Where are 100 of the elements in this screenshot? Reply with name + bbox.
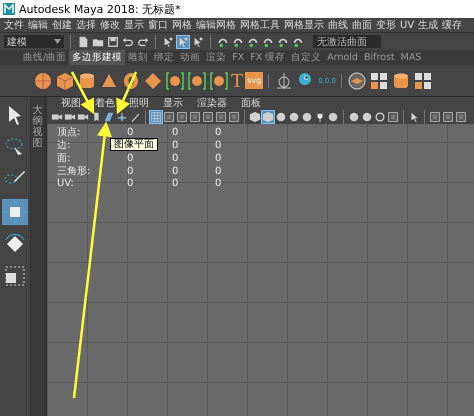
menu-item[interactable]: 文件 <box>4 18 24 32</box>
hud-value: 0 <box>215 126 222 138</box>
hud-label: 三角形: <box>57 165 90 178</box>
shelf-tab[interactable]: Arnold <box>324 50 361 65</box>
torus-icon[interactable] <box>121 70 141 90</box>
menu-item[interactable]: 编辑网格 <box>196 18 236 32</box>
diamond-icon[interactable] <box>143 70 163 90</box>
magnet-icon[interactable] <box>277 36 289 48</box>
shelf-tab[interactable]: 动画 <box>177 50 204 65</box>
menu-item[interactable]: UV <box>400 20 414 30</box>
hud-label: 顶点: <box>57 126 80 139</box>
ring-icon[interactable] <box>374 110 386 122</box>
panel-menu-item[interactable]: 面板 <box>241 96 261 110</box>
window-title: Autodesk Maya 2018: 无标题* <box>19 2 181 16</box>
menu-item[interactable]: 窗口 <box>148 18 168 32</box>
magnet-icon[interactable] <box>292 36 304 48</box>
annotation-arrow <box>70 71 94 114</box>
mode-dropdown[interactable]: 建模 <box>4 35 64 48</box>
panel-menu-item[interactable]: 照明 <box>129 96 149 110</box>
hud-value: 0 <box>215 152 222 164</box>
sphere-icon[interactable] <box>275 110 287 122</box>
frame-icon[interactable] <box>163 110 175 122</box>
frame-icon[interactable] <box>215 110 227 122</box>
panel-menu-item[interactable]: 显示 <box>163 96 183 110</box>
bracket-icon[interactable] <box>165 70 185 90</box>
menu-item[interactable]: 曲面 <box>352 18 372 32</box>
axes-icon[interactable] <box>116 110 128 122</box>
save-icon[interactable] <box>107 36 119 48</box>
sphere-icon[interactable] <box>327 110 339 122</box>
hud-value: 0 <box>172 178 178 189</box>
sphere-icon[interactable] <box>348 110 360 122</box>
frame-icon[interactable] <box>429 110 441 122</box>
magnet-icon[interactable] <box>247 36 259 48</box>
hud-label: 面: <box>57 152 70 165</box>
menu-item[interactable]: 编辑 <box>28 18 48 32</box>
bracket-icon[interactable] <box>187 70 207 90</box>
panel-menu-item[interactable]: 视图 <box>61 96 81 110</box>
shelf-tab[interactable]: FX 缓存 <box>247 50 288 65</box>
file-icon[interactable] <box>77 36 89 48</box>
sphere-icon[interactable] <box>361 110 373 122</box>
frame-icon[interactable] <box>202 110 214 122</box>
undo-icon[interactable] <box>122 36 134 48</box>
shelf-tab[interactable]: 曲线/曲面 <box>20 50 70 65</box>
shelf-tab[interactable]: 多边形建模 <box>69 50 126 65</box>
menu-item[interactable]: 修改 <box>100 18 120 32</box>
hud-value: 0 <box>127 178 134 189</box>
text-tool[interactable]: T <box>231 70 244 90</box>
frame-icon[interactable] <box>442 110 454 122</box>
app-logo-icon <box>3 3 15 15</box>
shelf-tab[interactable]: 渲染 <box>203 50 230 65</box>
menu-item[interactable]: 生成 <box>418 18 438 32</box>
frame-icon[interactable] <box>387 110 399 122</box>
frame-icon[interactable] <box>455 110 467 122</box>
sphere-icon[interactable] <box>301 110 313 122</box>
magnet-icon[interactable] <box>232 36 244 48</box>
hud-value: 0 <box>127 126 134 138</box>
hud-value: 0 <box>127 166 134 176</box>
menu-item[interactable]: 曲线 <box>328 18 348 32</box>
layers-icon[interactable] <box>347 70 368 90</box>
magnet-icon[interactable] <box>262 36 274 48</box>
blocks-icon[interactable] <box>369 70 390 90</box>
live-surface-field[interactable]: 无激活曲面 <box>313 35 381 48</box>
caret-icon <box>54 39 61 44</box>
blocks-icon[interactable] <box>413 70 434 90</box>
panel-menu-item[interactable]: 着色 <box>95 96 115 110</box>
move-tool[interactable] <box>2 199 28 225</box>
select-icon[interactable] <box>192 36 204 48</box>
sphere-icon[interactable] <box>33 70 53 90</box>
sphere-icon[interactable] <box>288 110 300 122</box>
shelf-tab[interactable]: 绑定 <box>151 50 178 65</box>
menu-item[interactable]: 变形 <box>376 18 396 32</box>
hud-value: 0 <box>215 166 222 176</box>
hud-value: 0 <box>172 126 178 138</box>
hud-label: UV: <box>57 178 74 189</box>
menu-item[interactable]: 创建 <box>52 18 72 32</box>
hud-label: 边: <box>57 138 70 152</box>
select-icon[interactable] <box>162 36 174 48</box>
cylinder-icon[interactable] <box>77 70 97 90</box>
panel-menu-item[interactable]: 渲染器 <box>197 96 227 110</box>
outliner-tab[interactable]: 大纲视图 <box>32 105 42 151</box>
bracket-icon[interactable] <box>209 70 229 90</box>
frame-icon[interactable] <box>189 110 201 122</box>
tooltip: 图像平面 <box>110 138 158 151</box>
shelf-tab[interactable]: Bifrost <box>360 50 398 65</box>
menu-item[interactable]: 缓存 <box>442 18 462 32</box>
magnet-icon[interactable] <box>217 36 229 48</box>
shelf-tab[interactable]: FX <box>229 50 248 65</box>
menu-item[interactable]: 显示 <box>124 18 144 32</box>
menu-item[interactable]: 网格 <box>172 18 192 32</box>
menu-item[interactable]: 选择 <box>76 18 96 32</box>
redo-icon[interactable] <box>137 36 149 48</box>
light-icon[interactable] <box>314 110 326 122</box>
frame-icon[interactable] <box>228 110 240 122</box>
cube-icon[interactable] <box>55 70 75 90</box>
shelf-tab[interactable]: MAS <box>398 50 424 65</box>
shelf-tab[interactable]: 雕刻 <box>125 50 152 65</box>
frame-icon[interactable] <box>176 110 188 122</box>
shelf-tab[interactable]: 自定义 <box>288 50 324 65</box>
menu-item[interactable]: 网格工具 <box>240 18 280 32</box>
menu-item[interactable]: 网格显示 <box>284 18 324 32</box>
